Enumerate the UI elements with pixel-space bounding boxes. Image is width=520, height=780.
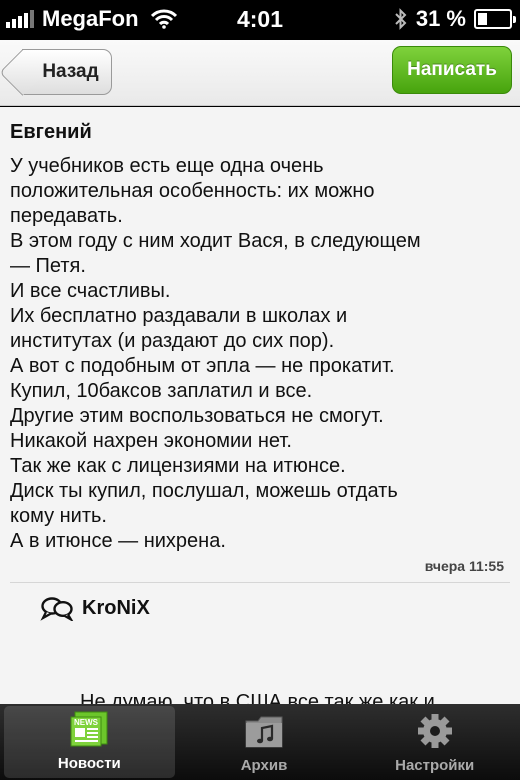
comment-text: У учебников есть еще одна очень положител… bbox=[10, 154, 510, 554]
tab-news-label: Новости bbox=[57, 755, 121, 772]
comment-text-line: И все счастливы. bbox=[10, 280, 171, 302]
bluetooth-icon bbox=[395, 8, 407, 30]
comment-text-line: Другие этим воспользоваться не смогут. bbox=[10, 405, 384, 427]
gear-icon bbox=[417, 714, 452, 748]
comment-text-line: кому нить. bbox=[10, 505, 107, 527]
tab-bar: NEWS Новости Архив Настройки bbox=[0, 704, 520, 780]
comment: Евгений У учебников есть еще одна очень п… bbox=[0, 107, 520, 583]
comment-text-line: — Петя. bbox=[10, 255, 86, 277]
navigation-bar: Назад Написать bbox=[0, 40, 520, 106]
comment-text-line: А в итюнсе — нихрена. bbox=[10, 530, 226, 552]
tab-settings-label: Настройки bbox=[395, 757, 475, 774]
comment-text-line: Купил, 10баксов заплатил и все. bbox=[10, 380, 313, 402]
reply-comment[interactable]: KroNiX bbox=[0, 583, 520, 621]
back-button-label: Назад bbox=[42, 61, 99, 82]
comment-text-line: Их бесплатно раздавали в школах и bbox=[10, 305, 348, 327]
comment-text-line: У учебников есть еще одна очень bbox=[10, 155, 324, 177]
tab-settings[interactable]: Настройки bbox=[349, 704, 520, 780]
write-button-label: Написать bbox=[407, 59, 497, 80]
speech-bubbles-icon bbox=[40, 597, 74, 621]
battery-icon bbox=[474, 9, 516, 29]
comment-text-line: Никакой нахрен экономии нет. bbox=[10, 430, 292, 452]
comment-text-line: Диск ты купил, послушал, можешь отдать bbox=[10, 480, 398, 502]
comment-text-line: В этом году с ним ходит Вася, в следующе… bbox=[10, 230, 421, 252]
news-icon: NEWS bbox=[70, 711, 108, 747]
status-bar: MegaFon 4:01 31 % bbox=[0, 0, 520, 40]
reply-author: KroNiX bbox=[82, 596, 150, 619]
back-button[interactable]: Назад bbox=[22, 49, 112, 95]
comment-text-line: передавать. bbox=[10, 205, 123, 227]
svg-text:NEWS: NEWS bbox=[74, 718, 99, 727]
comment-text-line: А вот с подобным от эпла — не прокатит. bbox=[10, 355, 395, 377]
tab-archive-label: Архив bbox=[240, 757, 288, 774]
tab-archive[interactable]: Архив bbox=[179, 704, 350, 780]
comment-text-line: положительная особенность: их можно bbox=[10, 180, 375, 202]
archive-folder-icon bbox=[245, 716, 283, 748]
comment-timestamp: вчера 11:55 bbox=[424, 558, 504, 574]
comment-author: Евгений bbox=[10, 121, 92, 143]
reply-preview-text: Не думаю, что в США все так же как и bbox=[80, 691, 435, 704]
comment-text-line: Так же как с лицензиями на итюнсе. bbox=[10, 455, 346, 477]
comments-list[interactable]: Евгений У учебников есть еще одна очень п… bbox=[0, 107, 520, 704]
write-button[interactable]: Написать bbox=[392, 46, 512, 94]
comment-text-line: институтах (и раздают до сих пор). bbox=[10, 330, 335, 352]
battery-fill bbox=[478, 13, 487, 25]
tab-news[interactable]: NEWS Новости bbox=[4, 706, 175, 778]
battery-percent: 31 % bbox=[415, 6, 466, 31]
